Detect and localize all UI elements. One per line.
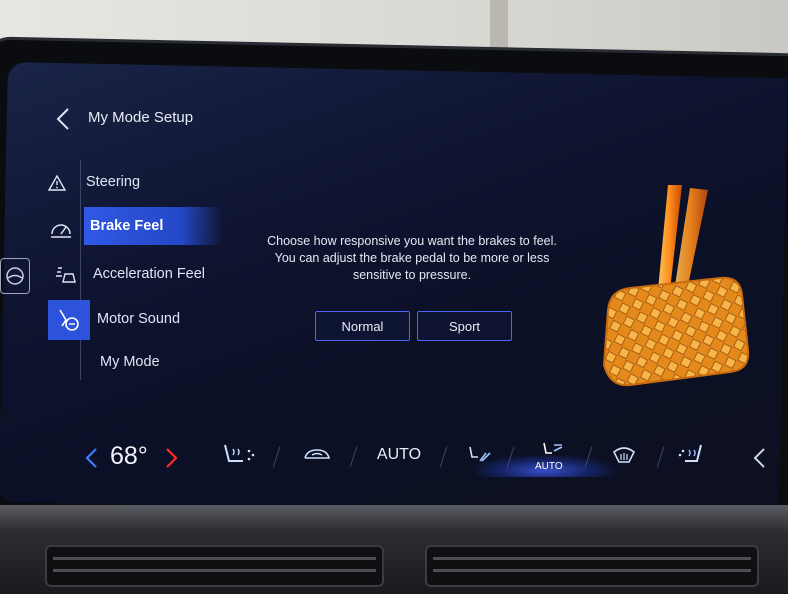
temperature-value: 68° — [110, 442, 148, 470]
motor-sound-icon — [48, 300, 90, 340]
chevron-left-icon[interactable] — [750, 446, 768, 470]
sport-option-button[interactable]: Sport — [417, 311, 512, 341]
description-text: Choose how responsive you want the brake… — [267, 234, 557, 282]
climate-separator — [656, 446, 665, 468]
temp-up-arrow-icon[interactable] — [163, 446, 181, 470]
auto-climate-button[interactable]: AUTO — [374, 440, 424, 470]
sidebar-item-steering[interactable]: Steering — [86, 174, 140, 190]
steering-wheel-icon — [6, 267, 24, 285]
auto-label: AUTO — [376, 446, 422, 463]
climate-separator — [349, 446, 358, 468]
climate-separator — [439, 446, 448, 468]
back-button[interactable] — [52, 106, 76, 132]
heated-seat-button[interactable] — [218, 440, 260, 470]
chevron-left-icon — [56, 108, 69, 130]
sidebar-divider — [80, 160, 81, 380]
auto-mode-label: AUTO — [535, 461, 563, 472]
normal-option-button[interactable]: Normal — [315, 311, 410, 341]
drive-mode-tab[interactable] — [0, 258, 30, 294]
heated-seat-icon — [224, 444, 255, 462]
brake-pedal-illustration — [602, 185, 750, 387]
seat-ventilation-button[interactable] — [676, 440, 718, 470]
page-title: My Mode Setup — [88, 109, 194, 126]
recirculation-button[interactable] — [300, 440, 334, 470]
acceleration-icon — [50, 260, 80, 290]
climate-separator — [272, 446, 281, 468]
temp-down-arrow-icon[interactable] — [82, 446, 100, 470]
sidebar-item-acceleration-feel[interactable]: Acceleration Feel — [93, 266, 205, 282]
defrost-icon — [612, 447, 636, 463]
gauge-icon — [46, 214, 76, 244]
defrost-button[interactable] — [608, 440, 640, 470]
recirculation-icon — [304, 449, 331, 459]
sidebar-item-my-mode[interactable]: My Mode — [100, 354, 160, 370]
sidebar-item-brake-feel[interactable]: Brake Feel — [84, 207, 224, 245]
seat-ventilation-icon — [678, 444, 702, 462]
sidebar-item-motor-sound[interactable]: Motor Sound — [97, 311, 180, 327]
airflow-auto-icon — [543, 442, 563, 454]
screen-ui: My Mode Setup Steering Brake Feel Accele… — [0, 0, 788, 594]
warning-triangle-icon — [42, 168, 72, 198]
